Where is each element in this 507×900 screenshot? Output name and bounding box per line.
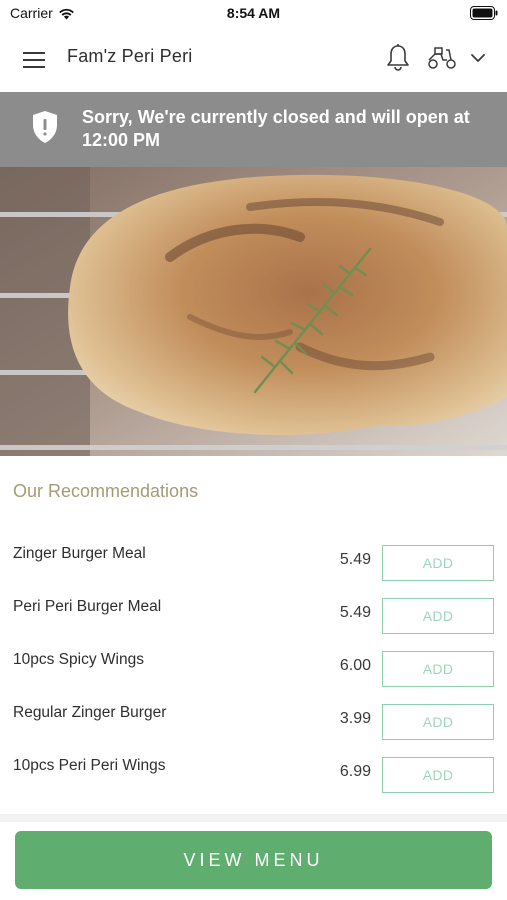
add-button[interactable]: ADD	[382, 598, 494, 634]
list-item: Regular Zinger Burger 3.99 ADD	[0, 704, 507, 757]
closed-banner: Sorry, We're currently closed and will o…	[0, 92, 507, 167]
item-name: Regular Zinger Burger	[13, 704, 167, 721]
closed-message: Sorry, We're currently closed and will o…	[82, 107, 470, 150]
mode-dropdown-button[interactable]	[468, 48, 488, 68]
add-button[interactable]: ADD	[382, 545, 494, 581]
status-bar: Carrier 8:54 AM	[0, 0, 507, 26]
scooter-icon	[428, 47, 456, 69]
hero-image	[0, 167, 507, 456]
bell-icon	[387, 44, 409, 71]
item-price: 5.49	[339, 604, 371, 621]
list-item: Zinger Burger Meal 5.49 ADD	[0, 545, 507, 598]
notifications-button[interactable]	[384, 43, 412, 73]
menu-button[interactable]	[20, 48, 48, 72]
add-button[interactable]: ADD	[382, 757, 494, 793]
item-name: 10pcs Spicy Wings	[13, 651, 144, 668]
status-time: 8:54 AM	[226, 5, 281, 21]
app-header: Fam'z Peri Peri	[0, 26, 507, 92]
add-button[interactable]: ADD	[382, 704, 494, 740]
list-item: 10pcs Peri Peri Wings 6.99 ADD	[0, 757, 507, 810]
shield-alert-icon	[33, 111, 57, 143]
app-title: Fam'z Peri Peri	[67, 46, 193, 66]
item-name: Peri Peri Burger Meal	[13, 598, 162, 615]
delivery-mode-button[interactable]	[426, 45, 458, 71]
item-price: 6.99	[339, 763, 371, 780]
item-price: 6.00	[339, 657, 371, 674]
battery-icon	[470, 6, 498, 20]
list-item: Peri Peri Burger Meal 5.49 ADD	[0, 598, 507, 651]
item-price: 5.49	[339, 551, 371, 568]
item-name: Zinger Burger Meal	[13, 545, 146, 562]
item-price: 3.99	[339, 710, 371, 727]
chevron-down-icon	[471, 54, 485, 62]
view-menu-button[interactable]: VIEW MENU	[15, 831, 492, 889]
add-button[interactable]: ADD	[382, 651, 494, 687]
footer-divider	[0, 814, 507, 822]
menu-icon	[23, 52, 45, 68]
item-name: 10pcs Peri Peri Wings	[13, 757, 166, 774]
grilled-chicken-photo	[0, 167, 507, 456]
list-item: 10pcs Spicy Wings 6.00 ADD	[0, 651, 507, 704]
recommendations-title: Our Recommendations	[13, 481, 199, 501]
